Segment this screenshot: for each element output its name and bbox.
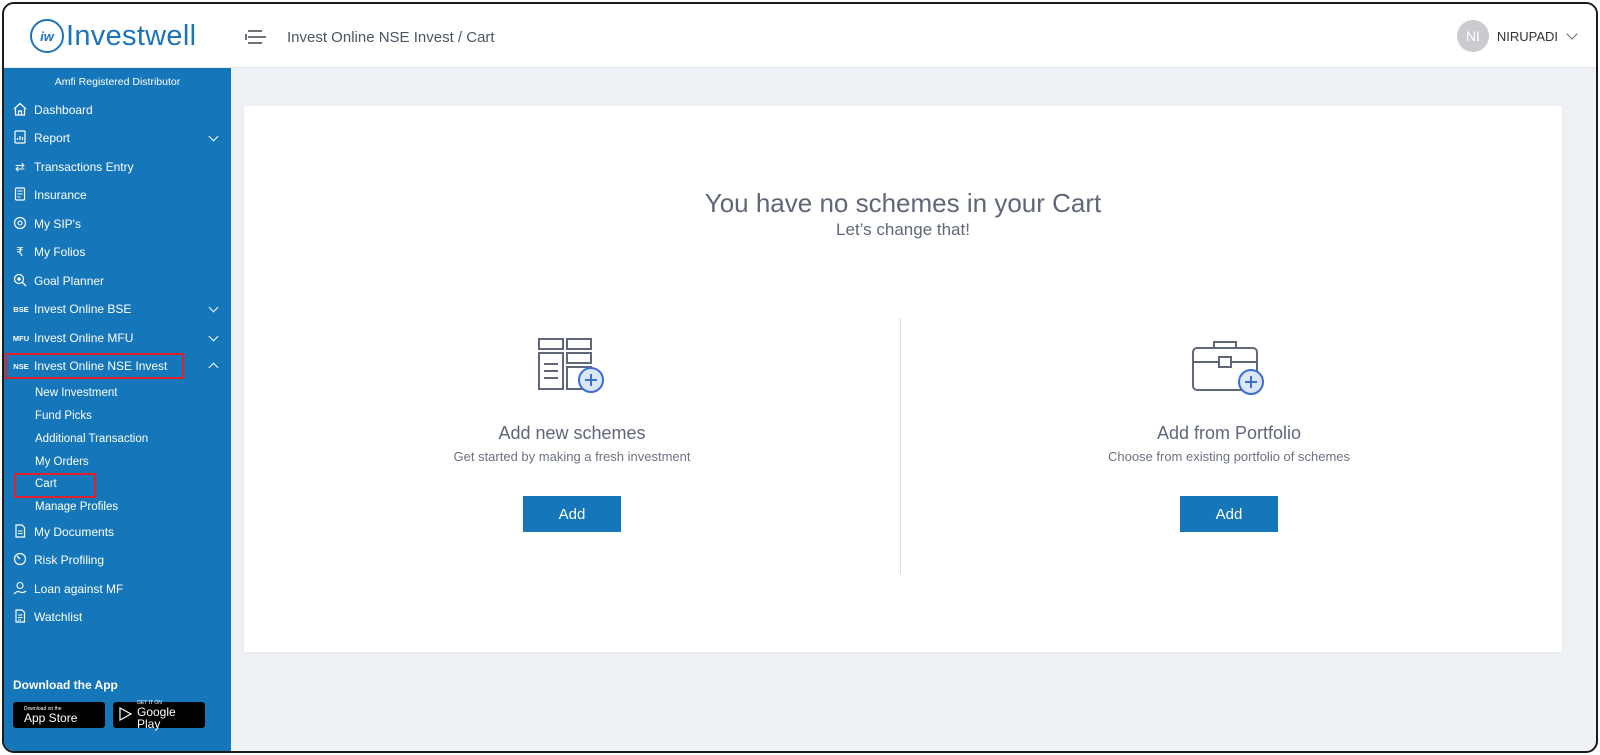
sidebar-item-goal-planner[interactable]: Goal Planner (4, 268, 231, 294)
google-play-button[interactable]: GET IT ON Google Play (113, 700, 205, 731)
chevron-down-icon (208, 131, 219, 142)
target-search-icon (12, 273, 28, 290)
sidebar-item-risk-profiling[interactable]: Risk Profiling (4, 547, 231, 573)
sidebar-item-transactions-entry[interactable]: ⇄ Transactions Entry (4, 154, 231, 180)
option-description: Get started by making a fresh investment (453, 449, 691, 464)
sidebar-item-invest-online-nse[interactable]: NSE Invest Online NSE Invest (4, 353, 231, 379)
schemes-add-icon (536, 336, 608, 403)
folio-icon: ₹ (16, 245, 24, 259)
briefcase-add-icon (1189, 336, 1269, 405)
sip-cycle-icon (12, 216, 28, 233)
sidebar-item-label: Report (34, 131, 71, 145)
sidebar-item-label: My Folios (34, 245, 86, 259)
sidebar-item-invest-online-mfu[interactable]: MFU Invest Online MFU (4, 325, 231, 351)
loan-icon (12, 581, 28, 598)
gauge-icon (12, 552, 28, 569)
empty-cart-title: You have no schemes in your Cart (704, 188, 1102, 218)
chevron-up-icon (208, 362, 219, 373)
breadcrumb: Invest Online NSE Invest / Cart (287, 29, 495, 46)
add-from-portfolio-button[interactable]: Add (1180, 496, 1278, 532)
sidebar-item-label: Insurance (34, 188, 87, 202)
app-store-big-text: App Store (24, 710, 78, 725)
sidebar-item-label: Goal Planner (34, 274, 105, 288)
transfer-icon: ⇄ (14, 160, 26, 174)
cart-empty-card: You have no schemes in your Cart Let’s c… (244, 106, 1562, 652)
insurance-document-icon (12, 186, 28, 204)
avatar: NI (1456, 20, 1489, 52)
sidebar-item-label: Invest Online NSE Invest (34, 359, 168, 373)
sidebar-item-label: Risk Profiling (34, 553, 105, 567)
option-description: Choose from existing portfolio of scheme… (1107, 449, 1351, 464)
sidebar-tagline: Amfi Registered Distributor (54, 76, 181, 88)
chevron-down-icon (208, 331, 219, 342)
google-play-icon (119, 706, 133, 724)
download-app-title: Download the App (13, 678, 118, 692)
logo-text: Investwell (66, 19, 197, 52)
sidebar-item-watchlist[interactable]: Watchlist (4, 604, 231, 630)
sidebar-item-my-documents[interactable]: My Documents (4, 519, 231, 545)
chevron-down-icon (1566, 28, 1578, 40)
subitem-manage-profiles[interactable]: Manage Profiles (35, 501, 118, 513)
report-icon (12, 129, 28, 147)
add-from-portfolio-option: Add from Portfolio Choose from existing … (901, 331, 1557, 571)
sidebar-item-label: Invest Online MFU (34, 331, 134, 345)
sidebar-item-loan-against-mf[interactable]: Loan against MF (4, 576, 231, 602)
chevron-down-icon (208, 302, 219, 313)
user-menu[interactable]: NI NIRUPADI (1456, 20, 1578, 52)
home-icon (12, 102, 28, 119)
sidebar: Amfi Registered Distributor Dashboard Re… (4, 68, 231, 751)
sidebar-item-report[interactable]: Report (4, 125, 231, 151)
sidebar-item-label: Transactions Entry (34, 160, 134, 174)
sidebar-item-my-sips[interactable]: My SIP's (4, 211, 231, 237)
menu-toggle-icon[interactable] (244, 28, 266, 46)
add-new-schemes-option: Add new schemes Get started by making a … (244, 331, 900, 571)
add-new-schemes-button[interactable]: Add (523, 496, 621, 532)
user-name: NIRUPADI (1496, 28, 1558, 44)
logo-mark: iw (30, 19, 64, 53)
sidebar-item-invest-online-bse[interactable]: BSE Invest Online BSE (4, 296, 231, 322)
empty-cart-subtitle: Let’s change that! (836, 220, 970, 239)
app-store-button[interactable]: Download on the App Store (13, 702, 105, 728)
sidebar-item-label: Invest Online BSE (34, 302, 132, 316)
top-header: iw Investwell Invest Online NSE Invest /… (4, 4, 1596, 68)
nse-icon: NSE (13, 361, 29, 371)
sidebar-item-label: My Documents (34, 525, 115, 539)
investwell-logo[interactable]: iw Investwell (30, 19, 196, 53)
document-icon (12, 523, 28, 541)
subitem-new-investment[interactable]: New Investment (35, 387, 117, 399)
sidebar-item-label: My SIP's (34, 217, 81, 231)
subitem-fund-picks[interactable]: Fund Picks (35, 410, 92, 422)
sidebar-item-insurance[interactable]: Insurance (4, 182, 231, 208)
sidebar-item-dashboard[interactable]: Dashboard (4, 97, 231, 123)
subitem-additional-transaction[interactable]: Additional Transaction (35, 433, 148, 445)
google-play-big-text: Google Play (137, 704, 176, 731)
watchlist-icon (12, 608, 28, 626)
subitem-cart[interactable]: Cart (35, 478, 57, 490)
bse-icon: BSE (13, 304, 29, 314)
option-title: Add from Portfolio (1156, 423, 1302, 443)
app-frame: iw Investwell Invest Online NSE Invest /… (2, 2, 1598, 753)
sidebar-item-label: Dashboard (34, 103, 93, 117)
sidebar-item-my-folios[interactable]: ₹ My Folios (4, 239, 231, 265)
mfu-icon: MFU (12, 333, 30, 343)
sidebar-item-label: Watchlist (34, 610, 83, 624)
subitem-my-orders[interactable]: My Orders (35, 456, 89, 468)
option-title: Add new schemes (498, 423, 646, 443)
sidebar-item-label: Loan against MF (34, 582, 124, 596)
